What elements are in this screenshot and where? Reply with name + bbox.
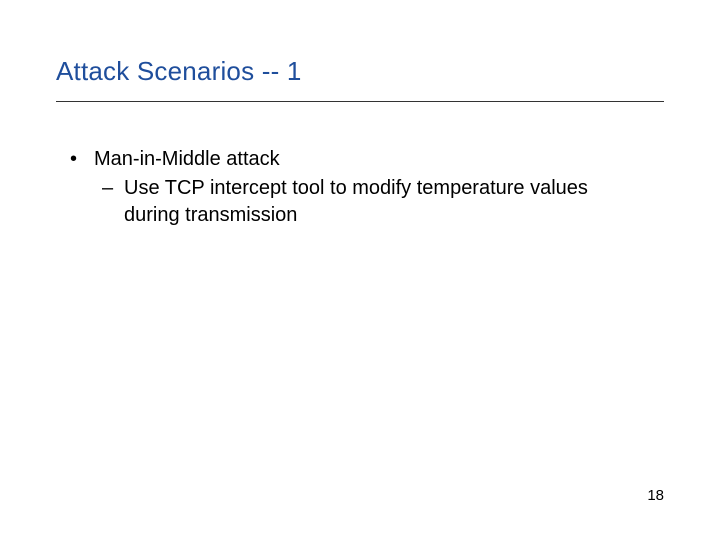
bullet-marker: – [102,175,124,229]
bullet-level-1: • Man-in-Middle attack [66,146,664,173]
slide: Attack Scenarios -- 1 • Man-in-Middle at… [0,0,720,540]
bullet-marker: • [66,146,94,173]
bullet-text: Use TCP intercept tool to modify tempera… [124,175,664,229]
bullet-level-2: – Use TCP intercept tool to modify tempe… [102,175,664,229]
bullet-text: Man-in-Middle attack [94,146,664,173]
page-number: 18 [647,487,664,504]
slide-content: • Man-in-Middle attack – Use TCP interce… [56,146,664,229]
slide-title: Attack Scenarios -- 1 [56,56,664,102]
